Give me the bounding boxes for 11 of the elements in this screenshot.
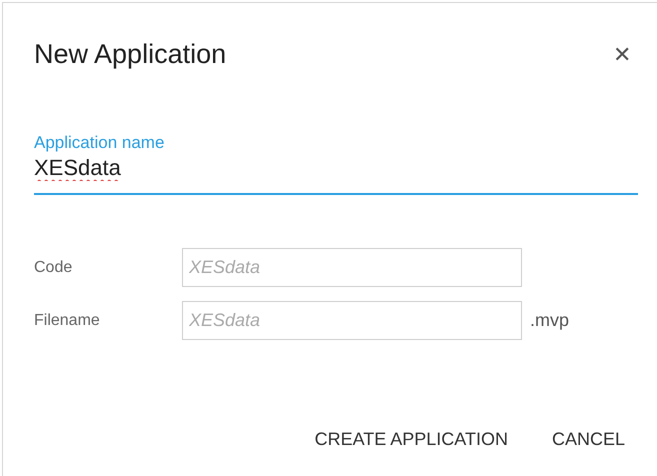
close-button[interactable]: ✕ bbox=[609, 42, 635, 68]
cancel-button[interactable]: CANCEL bbox=[540, 421, 637, 458]
dialog-title: New Application bbox=[34, 39, 226, 70]
name-field[interactable]: XESdata bbox=[34, 155, 334, 181]
field-label: Filename bbox=[34, 312, 101, 330]
input-field[interactable]: XESdata bbox=[182, 301, 522, 340]
input-field[interactable]: XESdata bbox=[182, 248, 522, 287]
field-label: Application name bbox=[34, 133, 166, 153]
field-label: Code bbox=[34, 258, 74, 276]
extension-label: .mvp bbox=[530, 310, 570, 331]
create-button[interactable]: CREATE APPLICATION bbox=[302, 421, 520, 458]
